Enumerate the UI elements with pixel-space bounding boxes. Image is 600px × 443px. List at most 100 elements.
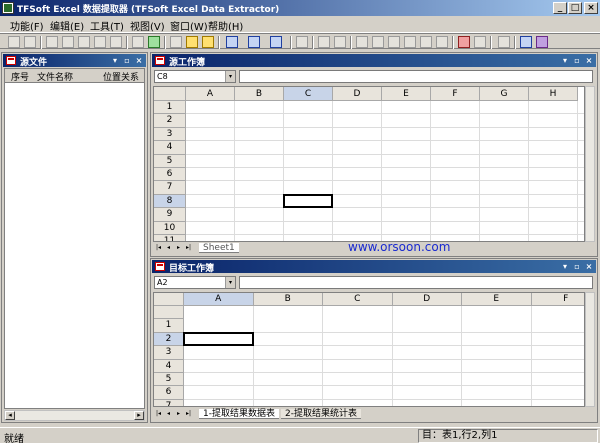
column-header-h[interactable]: H bbox=[529, 87, 578, 101]
restore-button[interactable]: ▫ bbox=[572, 56, 582, 65]
panel-close-button[interactable]: × bbox=[584, 262, 594, 271]
horizontal-scrollbar[interactable]: ◂ ▸ bbox=[4, 410, 145, 421]
list-icon[interactable] bbox=[248, 36, 260, 48]
menu-window[interactable]: 窗口(W) bbox=[170, 18, 208, 33]
column-header-index[interactable]: 序号 bbox=[11, 70, 29, 83]
row-header-3[interactable]: 3 bbox=[154, 127, 186, 142]
row-header-1[interactable]: 1 bbox=[154, 101, 186, 115]
row-header-1[interactable]: 1 bbox=[154, 319, 184, 333]
source-vertical-scrollbar[interactable] bbox=[585, 86, 595, 242]
panel-close-button[interactable]: × bbox=[584, 56, 594, 65]
column-header-d[interactable]: D bbox=[333, 87, 382, 101]
book-icon[interactable] bbox=[536, 36, 548, 48]
source-file-list[interactable]: 序号 文件名称 位置关系 bbox=[4, 68, 145, 409]
restore-button[interactable]: ▫ bbox=[122, 56, 132, 65]
row-header-11[interactable]: 11 bbox=[154, 235, 186, 241]
function-icon[interactable] bbox=[474, 36, 486, 48]
pin-button[interactable]: ▾ bbox=[110, 56, 120, 65]
menu-tools[interactable]: 工具(T) bbox=[90, 18, 124, 33]
row-header-5[interactable]: 5 bbox=[154, 373, 184, 387]
restore-button[interactable]: ▫ bbox=[572, 262, 582, 271]
sheet-tab-result-stats[interactable]: 2-提取结果统计表 bbox=[281, 409, 361, 419]
menu-edit[interactable]: 编辑(E) bbox=[50, 18, 84, 33]
menu-function[interactable]: 功能(F) bbox=[10, 18, 44, 33]
align-right-icon[interactable] bbox=[78, 36, 90, 48]
select-all-corner[interactable] bbox=[154, 293, 184, 306]
source-formula-bar[interactable] bbox=[239, 70, 593, 83]
column-header-c[interactable]: C bbox=[323, 293, 393, 306]
chevron-down-icon[interactable]: ▾ bbox=[225, 71, 235, 82]
row-header-7[interactable]: 7 bbox=[154, 181, 186, 195]
active-cell[interactable] bbox=[283, 193, 333, 209]
undo-icon[interactable] bbox=[420, 36, 432, 48]
menu-view[interactable]: 视图(V) bbox=[130, 18, 165, 33]
row-header-3[interactable]: 3 bbox=[154, 346, 184, 360]
row-header-7[interactable]: 7 bbox=[154, 399, 184, 406]
row-header-4[interactable]: 4 bbox=[154, 359, 184, 373]
chevron-down-icon[interactable]: ▾ bbox=[225, 277, 235, 288]
scroll-right-icon[interactable]: ▸ bbox=[134, 411, 144, 420]
row-header-8[interactable]: 8 bbox=[154, 194, 186, 209]
column-header-a[interactable]: A bbox=[186, 87, 235, 101]
cut-icon[interactable] bbox=[8, 36, 20, 48]
column-header-f[interactable]: F bbox=[431, 87, 480, 101]
maximize-button[interactable]: □ bbox=[568, 2, 582, 14]
column-header-b[interactable]: B bbox=[235, 87, 284, 101]
row-header-2[interactable]: 2 bbox=[154, 114, 186, 128]
table-icon[interactable] bbox=[318, 36, 330, 48]
delete-icon[interactable] bbox=[24, 36, 36, 48]
target-vertical-scrollbar[interactable] bbox=[585, 292, 595, 407]
eraser-icon[interactable] bbox=[202, 36, 214, 48]
column-header-f[interactable]: F bbox=[531, 293, 584, 306]
active-cell[interactable] bbox=[183, 331, 254, 347]
target-name-box[interactable]: A2 ▾ bbox=[154, 276, 236, 289]
merge-icon[interactable] bbox=[356, 36, 368, 48]
column-header-c[interactable]: C bbox=[284, 87, 333, 101]
row-header-10[interactable]: 10 bbox=[154, 221, 186, 235]
row-header-4[interactable]: 4 bbox=[154, 141, 186, 155]
prev-sheet-icon[interactable]: ◂ bbox=[164, 243, 173, 253]
grid-icon[interactable] bbox=[296, 36, 308, 48]
scroll-left-icon[interactable]: ◂ bbox=[5, 411, 15, 420]
copy-icon[interactable] bbox=[170, 36, 182, 48]
align-center-icon[interactable] bbox=[62, 36, 74, 48]
column-header-g[interactable]: G bbox=[480, 87, 529, 101]
last-sheet-icon[interactable]: ▸| bbox=[184, 409, 193, 419]
excel-icon[interactable] bbox=[148, 36, 160, 48]
columns-icon[interactable] bbox=[270, 36, 282, 48]
first-sheet-icon[interactable]: |◂ bbox=[154, 243, 163, 253]
paste-icon[interactable] bbox=[186, 36, 198, 48]
row-header-5[interactable]: 5 bbox=[154, 154, 186, 168]
source-sheet-grid[interactable]: A B C D E F G H 1 2 3 4 5 6 7 8 9 10 11 bbox=[153, 86, 585, 242]
align-bottom-icon[interactable] bbox=[110, 36, 122, 48]
panel-close-button[interactable]: × bbox=[134, 56, 144, 65]
first-sheet-icon[interactable]: |◂ bbox=[154, 409, 163, 419]
target-formula-bar[interactable] bbox=[239, 276, 593, 289]
next-sheet-icon[interactable]: ▸ bbox=[174, 409, 183, 419]
column-header-d[interactable]: D bbox=[392, 293, 462, 306]
column-header-e[interactable]: E bbox=[462, 293, 532, 306]
column-header-b[interactable]: B bbox=[253, 293, 323, 306]
align-left-icon[interactable] bbox=[46, 36, 58, 48]
column-header-filename[interactable]: 文件名称 bbox=[37, 70, 73, 83]
row-header-9[interactable]: 9 bbox=[154, 208, 186, 222]
last-sheet-icon[interactable]: ▸| bbox=[184, 243, 193, 253]
globe-icon[interactable] bbox=[520, 36, 532, 48]
select-all-corner[interactable] bbox=[154, 87, 186, 101]
target-sheet-grid[interactable]: ABCDEF 1234567 bbox=[153, 292, 585, 407]
pin-button[interactable]: ▾ bbox=[560, 262, 570, 271]
chip-icon[interactable] bbox=[498, 36, 510, 48]
align-top-icon[interactable] bbox=[94, 36, 106, 48]
row-header-6[interactable]: 6 bbox=[154, 386, 184, 400]
sort-az-icon[interactable] bbox=[458, 36, 470, 48]
insert-icon[interactable] bbox=[388, 36, 400, 48]
row-header-2[interactable]: 2 bbox=[154, 332, 184, 347]
close-button[interactable]: × bbox=[584, 2, 598, 14]
column-header-a[interactable]: A bbox=[184, 293, 254, 306]
unmerge-icon[interactable] bbox=[372, 36, 384, 48]
prev-sheet-icon[interactable]: ◂ bbox=[164, 409, 173, 419]
sheet-tab-result-data[interactable]: 1-提取结果数据表 bbox=[199, 409, 279, 419]
row-header-6[interactable]: 6 bbox=[154, 168, 186, 182]
column-header-e[interactable]: E bbox=[382, 87, 431, 101]
minimize-button[interactable]: _ bbox=[553, 2, 567, 14]
